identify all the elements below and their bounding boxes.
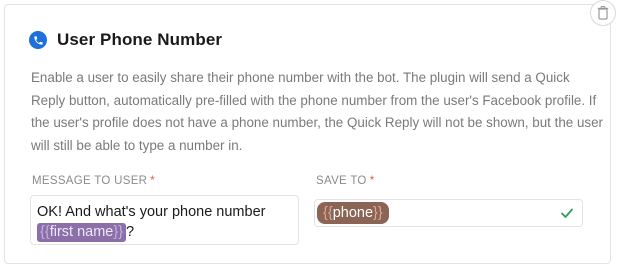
trash-icon	[597, 6, 609, 20]
phone-attribute-tag[interactable]: {{phone}}	[317, 202, 389, 224]
message-to-user-label: MESSAGE TO USER *	[32, 175, 155, 187]
message-to-user-input[interactable]: OK! And what's your phone number {{first…	[30, 195, 299, 245]
delete-plugin-button[interactable]	[590, 0, 616, 26]
required-asterisk: *	[369, 175, 375, 187]
required-asterisk: *	[150, 175, 156, 187]
phone-icon	[29, 31, 47, 49]
plugin-description: Enable a user to easily share their phon…	[31, 70, 603, 153]
save-to-label-text: SAVE TO	[316, 175, 367, 187]
plugin-title: User Phone Number	[57, 30, 223, 49]
save-to-label: SAVE TO *	[316, 175, 374, 187]
phone-number-plugin-card: User Phone Number Enable a user to easil…	[4, 4, 611, 264]
plugin-header: User Phone Number	[29, 30, 222, 50]
checkmark-icon	[561, 208, 573, 218]
message-text-before: OK! And what's your phone number	[37, 204, 266, 220]
first-name-attribute-tag[interactable]: {{first name}}	[37, 223, 127, 242]
message-text-after: ?	[126, 224, 135, 240]
save-to-attribute-input[interactable]: {{phone}}	[314, 199, 583, 227]
message-to-user-label-text: MESSAGE TO USER	[32, 175, 148, 187]
